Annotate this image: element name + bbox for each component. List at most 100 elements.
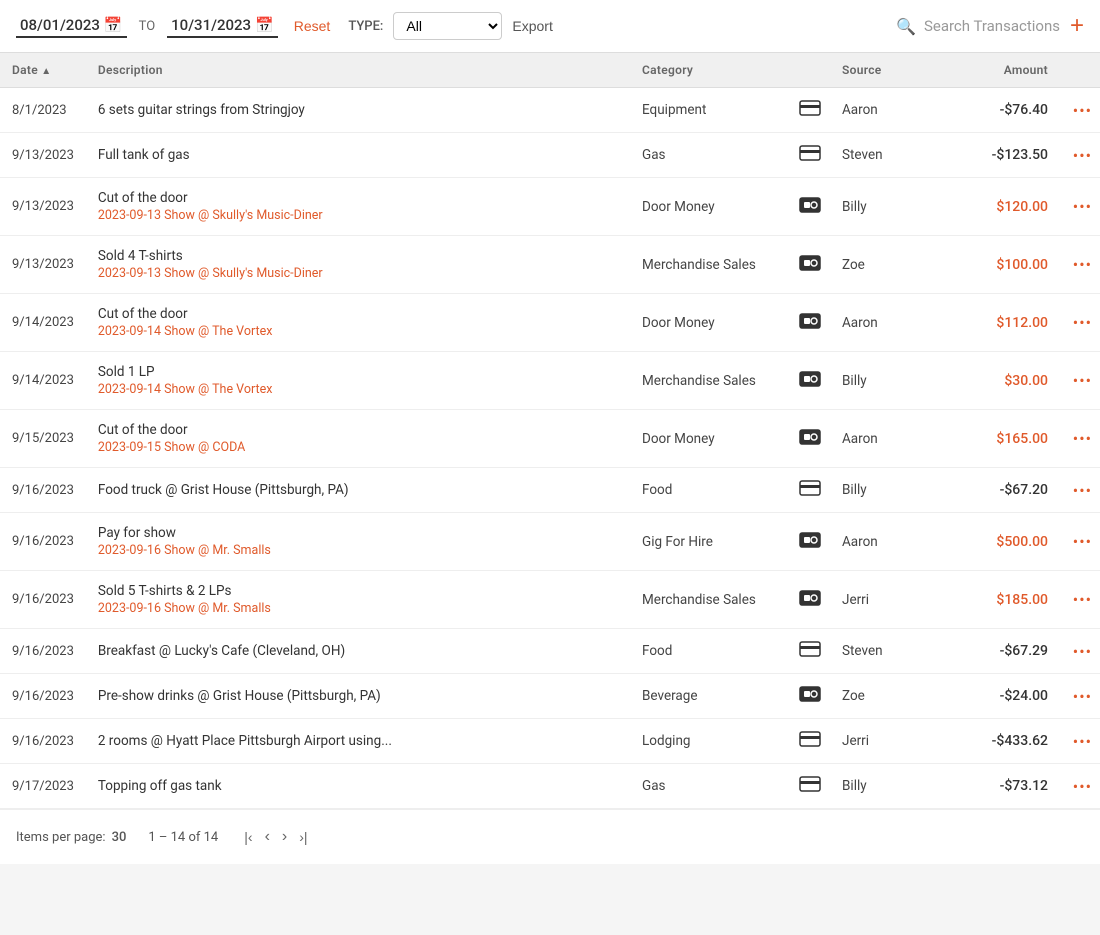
col-icon: [790, 53, 830, 88]
transactions-table: Date ▲ Description Category Source Amoun…: [0, 53, 1100, 809]
col-category: Category: [630, 53, 790, 88]
cell-menu[interactable]: •••: [1060, 764, 1100, 809]
row-menu-button[interactable]: •••: [1073, 590, 1092, 609]
calendar-icon-end[interactable]: 📅: [255, 16, 274, 34]
type-select[interactable]: All Income Expense: [393, 12, 502, 40]
cell-icon: [790, 88, 830, 133]
next-page-button[interactable]: ›: [278, 826, 291, 848]
cell-date: 9/13/2023: [0, 133, 86, 178]
cell-menu[interactable]: •••: [1060, 133, 1100, 178]
add-button[interactable]: +: [1070, 14, 1084, 38]
cell-description: Cut of the door 2023-09-13 Show @ Skully'…: [86, 178, 630, 236]
page-range: 1 – 14 of 14: [148, 830, 218, 845]
cell-icon: [790, 294, 830, 352]
cell-category: Equipment: [630, 88, 790, 133]
cell-date: 9/14/2023: [0, 352, 86, 410]
search-box[interactable]: 🔍 Search Transactions: [896, 17, 1060, 36]
cell-menu[interactable]: •••: [1060, 236, 1100, 294]
cell-icon: [790, 571, 830, 629]
cell-category: Gas: [630, 133, 790, 178]
cell-amount: -$76.40: [940, 88, 1060, 133]
desc-sub[interactable]: 2023-09-16 Show @ Mr. Smalls: [98, 601, 618, 616]
calendar-icon-start[interactable]: 📅: [104, 16, 123, 34]
cell-source: Aaron: [830, 294, 940, 352]
cell-icon: [790, 513, 830, 571]
first-page-button[interactable]: |‹: [240, 827, 256, 847]
cell-category: Door Money: [630, 410, 790, 468]
desc-main: Breakfast @ Lucky's Cafe (Cleveland, OH): [98, 643, 618, 659]
row-menu-button[interactable]: •••: [1073, 313, 1092, 332]
desc-sub[interactable]: 2023-09-14 Show @ The Vortex: [98, 382, 618, 397]
cell-icon: [790, 410, 830, 468]
row-menu-button[interactable]: •••: [1073, 642, 1092, 661]
cell-date: 9/14/2023: [0, 294, 86, 352]
cell-source: Zoe: [830, 674, 940, 719]
cell-menu[interactable]: •••: [1060, 294, 1100, 352]
cell-menu[interactable]: •••: [1060, 629, 1100, 674]
search-area: 🔍 Search Transactions +: [896, 14, 1084, 38]
cell-category: Merchandise Sales: [630, 352, 790, 410]
cell-icon: [790, 629, 830, 674]
desc-main: Sold 1 LP: [98, 364, 618, 380]
cell-source: Zoe: [830, 236, 940, 294]
debit-icon: [799, 532, 821, 548]
row-menu-button[interactable]: •••: [1073, 197, 1092, 216]
cell-menu[interactable]: •••: [1060, 178, 1100, 236]
row-menu-button[interactable]: •••: [1073, 777, 1092, 796]
cell-amount: -$123.50: [940, 133, 1060, 178]
row-menu-button[interactable]: •••: [1073, 255, 1092, 274]
credit-card-icon: [799, 480, 821, 496]
cell-amount: -$433.62: [940, 719, 1060, 764]
end-date: 10/31/2023: [171, 16, 251, 34]
cell-description: Food truck @ Grist House (Pittsburgh, PA…: [86, 468, 630, 513]
table-row: 9/17/2023Topping off gas tankGasBilly-$7…: [0, 764, 1100, 809]
cell-icon: [790, 674, 830, 719]
desc-main: Sold 4 T-shirts: [98, 248, 618, 264]
search-icon: 🔍: [896, 17, 916, 36]
cell-menu[interactable]: •••: [1060, 719, 1100, 764]
row-menu-button[interactable]: •••: [1073, 101, 1092, 120]
table-row: 9/16/2023Food truck @ Grist House (Pitts…: [0, 468, 1100, 513]
cell-date: 9/13/2023: [0, 236, 86, 294]
prev-page-button[interactable]: ‹: [261, 826, 274, 848]
desc-main: Pay for show: [98, 525, 618, 541]
row-menu-button[interactable]: •••: [1073, 732, 1092, 751]
cell-menu[interactable]: •••: [1060, 513, 1100, 571]
desc-main: Cut of the door: [98, 190, 618, 206]
row-menu-button[interactable]: •••: [1073, 532, 1092, 551]
cell-description: Full tank of gas: [86, 133, 630, 178]
search-placeholder[interactable]: Search Transactions: [924, 17, 1060, 35]
cell-amount: $100.00: [940, 236, 1060, 294]
row-menu-button[interactable]: •••: [1073, 687, 1092, 706]
cell-source: Aaron: [830, 88, 940, 133]
row-menu-button[interactable]: •••: [1073, 146, 1092, 165]
col-source: Source: [830, 53, 940, 88]
desc-sub[interactable]: 2023-09-15 Show @ CODA: [98, 440, 618, 455]
table-header: Date ▲ Description Category Source Amoun…: [0, 53, 1100, 88]
row-menu-button[interactable]: •••: [1073, 481, 1092, 500]
start-date: 08/01/2023: [20, 16, 100, 34]
cell-category: Gas: [630, 764, 790, 809]
cell-date: 9/13/2023: [0, 178, 86, 236]
credit-card-icon: [799, 100, 821, 116]
reset-button[interactable]: Reset: [294, 18, 331, 34]
cell-source: Aaron: [830, 410, 940, 468]
table-row: 8/1/20236 sets guitar strings from Strin…: [0, 88, 1100, 133]
desc-sub[interactable]: 2023-09-14 Show @ The Vortex: [98, 324, 618, 339]
cell-menu[interactable]: •••: [1060, 674, 1100, 719]
export-button[interactable]: Export: [512, 18, 552, 34]
cell-menu[interactable]: •••: [1060, 352, 1100, 410]
debit-icon: [799, 371, 821, 387]
row-menu-button[interactable]: •••: [1073, 371, 1092, 390]
cell-menu[interactable]: •••: [1060, 88, 1100, 133]
cell-menu[interactable]: •••: [1060, 410, 1100, 468]
row-menu-button[interactable]: •••: [1073, 429, 1092, 448]
desc-sub[interactable]: 2023-09-13 Show @ Skully's Music-Diner: [98, 266, 618, 281]
last-page-button[interactable]: ›|: [295, 827, 311, 847]
desc-sub[interactable]: 2023-09-13 Show @ Skully's Music-Diner: [98, 208, 618, 223]
col-date[interactable]: Date ▲: [0, 53, 86, 88]
cell-menu[interactable]: •••: [1060, 571, 1100, 629]
desc-sub[interactable]: 2023-09-16 Show @ Mr. Smalls: [98, 543, 618, 558]
table-row: 9/14/2023 Sold 1 LP 2023-09-14 Show @ The …: [0, 352, 1100, 410]
cell-menu[interactable]: •••: [1060, 468, 1100, 513]
